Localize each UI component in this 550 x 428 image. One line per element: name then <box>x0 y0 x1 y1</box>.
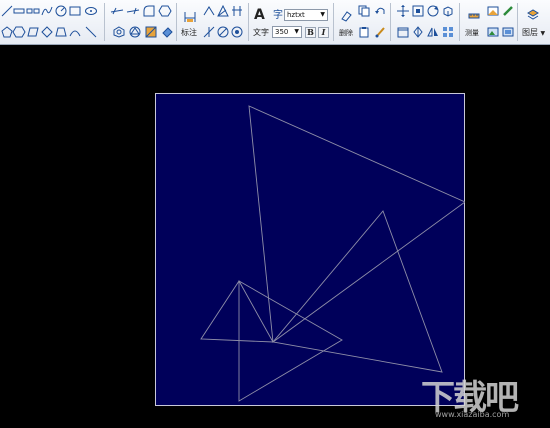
arc-length-icon[interactable] <box>230 25 244 39</box>
drawing-sheet[interactable] <box>155 93 465 406</box>
separator <box>390 3 391 41</box>
text-height-select[interactable]: 350 ▼ <box>272 26 302 38</box>
offset-line-icon[interactable] <box>110 4 124 18</box>
copy-icon[interactable] <box>357 4 371 18</box>
text-height-value: 350 <box>275 28 289 36</box>
grid-icon[interactable] <box>441 25 455 39</box>
circle-center-icon[interactable] <box>54 4 68 18</box>
image-icon[interactable] <box>486 25 500 39</box>
layer-dropdown[interactable]: 图层 ▼ <box>522 27 545 38</box>
watermark-url: www.xiazaiba.com <box>435 410 510 419</box>
diameter-dimension-icon[interactable] <box>216 25 230 39</box>
dimension-icon[interactable] <box>182 9 198 25</box>
move-icon[interactable] <box>396 4 410 18</box>
array-icon[interactable] <box>128 25 142 39</box>
scale-icon[interactable] <box>411 4 425 18</box>
rotate-icon[interactable] <box>112 25 126 39</box>
trim-line-icon[interactable] <box>126 4 140 18</box>
font-select[interactable]: hztxt ▼ <box>284 9 328 21</box>
undo-icon[interactable] <box>373 4 387 18</box>
svg-text:字: 字 <box>273 8 283 21</box>
text-style-icon[interactable]: A <box>254 7 265 23</box>
hatch-icon[interactable] <box>144 25 158 39</box>
chevron-down-icon: ▼ <box>540 30 546 37</box>
box-3d-icon[interactable] <box>441 4 455 18</box>
screen-icon[interactable] <box>501 25 515 39</box>
fill-icon[interactable] <box>160 25 174 39</box>
triangle-dimension-icon[interactable] <box>216 4 230 18</box>
chevron-down-icon: ▼ <box>320 11 325 18</box>
layer-label: 图层 <box>522 28 538 37</box>
separator <box>248 3 249 41</box>
font-icon: 字 <box>272 8 284 21</box>
parallel-dimension-icon[interactable] <box>230 4 244 18</box>
italic-button[interactable]: I <box>318 27 329 38</box>
ellipse-icon[interactable] <box>84 4 98 18</box>
paste-icon[interactable] <box>357 25 371 39</box>
arc-icon[interactable] <box>68 25 82 39</box>
rotate-circle-icon[interactable] <box>426 4 440 18</box>
window-icon[interactable] <box>396 25 410 39</box>
radius-dimension-icon[interactable] <box>202 25 216 39</box>
hexagon-outline-icon[interactable] <box>158 4 172 18</box>
measure-label: 测量 <box>465 29 479 37</box>
separator <box>517 3 518 41</box>
separator <box>104 3 105 41</box>
spline-icon[interactable] <box>40 4 54 18</box>
pencil-icon[interactable] <box>501 4 515 18</box>
rotate-shape-icon[interactable] <box>411 25 425 39</box>
brush-icon[interactable] <box>373 25 387 39</box>
bold-button[interactable]: B <box>305 27 316 38</box>
separator <box>333 3 334 41</box>
watermark: 下载吧 www.xiazaiba.com <box>417 370 550 428</box>
mirror-icon[interactable] <box>426 25 440 39</box>
chevron-down-icon: ▼ <box>294 28 299 35</box>
measure-icon[interactable] <box>466 7 482 23</box>
delete-label: 删除 <box>339 29 353 37</box>
diamond-icon[interactable] <box>40 25 54 39</box>
parallelogram-icon[interactable] <box>26 25 40 39</box>
area-icon[interactable] <box>486 4 500 18</box>
double-segment-icon[interactable] <box>26 4 40 18</box>
separator <box>176 3 177 41</box>
trapezoid-icon[interactable] <box>54 25 68 39</box>
hexagon-icon[interactable] <box>12 25 26 39</box>
eraser-icon[interactable] <box>338 8 354 24</box>
font-select-value: hztxt <box>287 11 305 19</box>
text-label: 文字 <box>253 28 269 37</box>
segment-icon[interactable] <box>12 4 26 18</box>
angle-dimension-icon[interactable] <box>202 4 216 18</box>
extend-icon[interactable] <box>142 4 156 18</box>
separator <box>459 3 460 41</box>
ribbon-toolbar: 标注 A 文字 字 hztxt ▼ 350 ▼ B I 删除 测量 图层 ▼ <box>0 0 550 45</box>
diagonal-line-icon[interactable] <box>84 25 98 39</box>
layer-icon[interactable] <box>525 7 541 23</box>
rectangle-icon[interactable] <box>68 4 82 18</box>
dimension-label: 标注 <box>181 28 197 37</box>
